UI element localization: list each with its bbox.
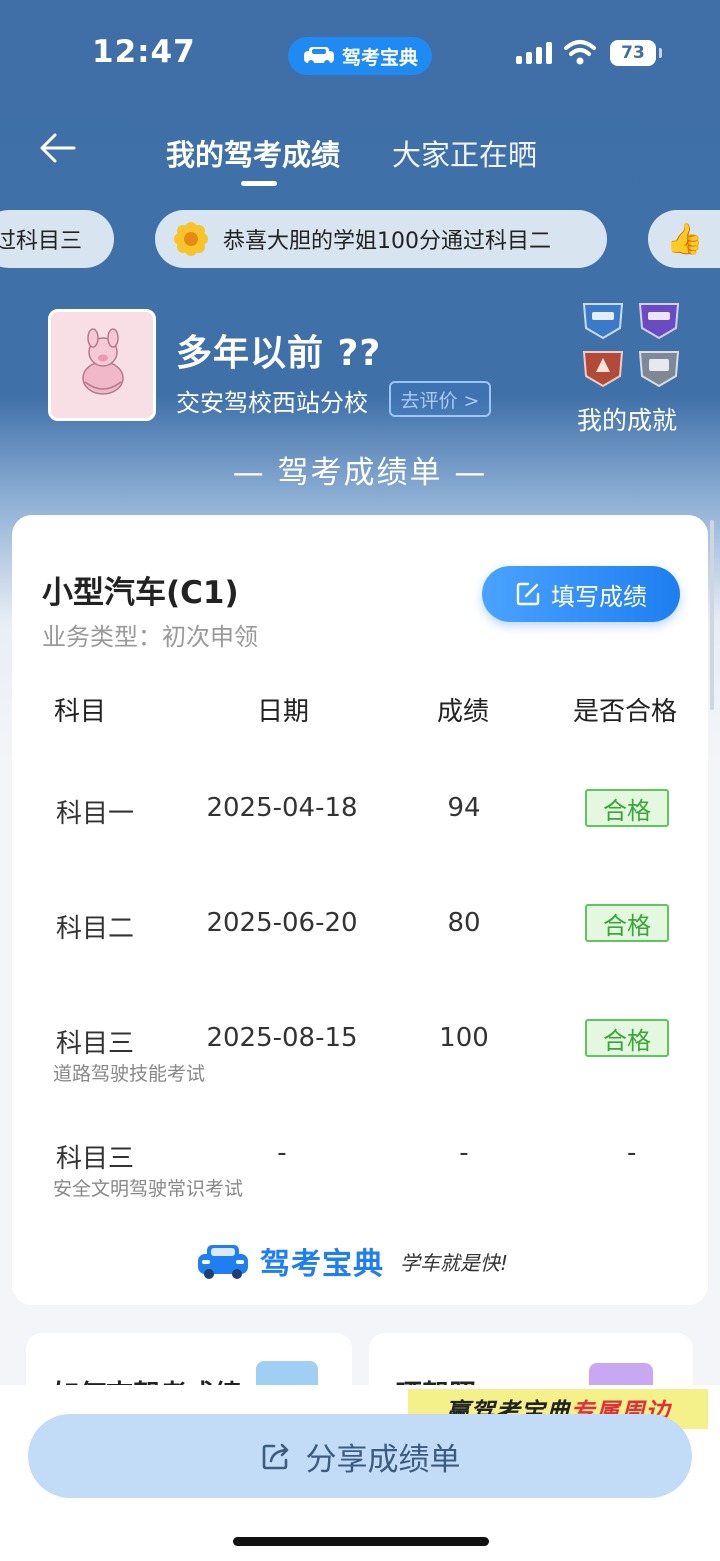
tab-my-scores[interactable]: 我的驾考成绩 — [166, 132, 340, 174]
car-logo-icon — [198, 1245, 248, 1279]
section-title: — 驾考成绩单 — — [232, 455, 488, 491]
ticker-text: 过科目三 — [0, 229, 83, 254]
table-row: 科目三 安全文明驾驶常识考试 - - - — [12, 1138, 708, 1248]
table-row: 科目一 2025-04-18 94 合格 — [12, 789, 708, 903]
tab-indicator — [241, 181, 277, 186]
row-pass: - — [627, 1138, 637, 1168]
table-row: 科目三 道路驾驶技能考试 2025-08-15 100 合格 — [12, 1019, 708, 1133]
avatar[interactable] — [48, 309, 156, 421]
row-score: 94 — [447, 793, 481, 823]
fill-in-scores-label: 填写成绩 — [551, 582, 647, 611]
my-achievements-link[interactable]: 我的成就 — [577, 401, 677, 437]
header-score: 成绩 — [437, 697, 490, 727]
ticker-chip[interactable]: 恭喜大胆的学姐100分通过科目二 — [155, 210, 607, 268]
battery-icon: 73 — [610, 40, 662, 66]
share-icon — [262, 1443, 288, 1470]
row-date: 2025-06-20 — [206, 908, 358, 938]
thumbs-up-icon: 👍 — [666, 221, 704, 257]
header-subject: 科目 — [54, 697, 107, 727]
scrollbar[interactable] — [710, 520, 714, 710]
badge-icon — [638, 351, 680, 388]
status-bar: 12:47 驾考宝典 73 — [0, 0, 720, 100]
row-note: 安全文明驾驶常识考试 — [53, 1178, 244, 1200]
flower-icon — [174, 222, 208, 256]
badge-icon — [582, 303, 624, 340]
app-indicator-pill[interactable]: 驾考宝典 — [288, 37, 432, 75]
share-scorecard-button[interactable]: 分享成绩单 — [28, 1414, 692, 1498]
rate-school-button[interactable]: 去评价 > — [389, 381, 491, 417]
license-type: 小型汽车(C1) — [42, 575, 239, 611]
achievement-badges[interactable] — [578, 296, 688, 392]
row-date: - — [277, 1138, 287, 1168]
driving-school-name: 交安驾校西站分校 — [176, 389, 368, 417]
pass-badge: 合格 — [585, 789, 669, 827]
fill-in-scores-button[interactable]: 填写成绩 — [482, 566, 680, 622]
badge-icon — [638, 303, 680, 340]
business-type: 业务类型：初次申领 — [42, 623, 258, 651]
app-name: 驾考宝典 — [341, 46, 418, 69]
score-card: 小型汽车(C1) 业务类型：初次申领 填写成绩 科目 日期 成绩 是否合格 科目… — [12, 515, 708, 1305]
share-scorecard-label: 分享成绩单 — [305, 1441, 461, 1478]
brand-name: 驾考宝典 — [260, 1247, 384, 1282]
tab-everyone-sharing[interactable]: 大家正在晒 — [392, 132, 537, 174]
back-arrow-icon[interactable] — [38, 130, 78, 166]
edit-icon — [516, 582, 540, 606]
wifi-icon — [564, 40, 596, 65]
username: 多年以前 ?? — [176, 333, 382, 374]
row-score: 100 — [439, 1023, 489, 1053]
pass-badge: 合格 — [585, 1019, 669, 1057]
header-date: 日期 — [257, 697, 310, 727]
header-pass: 是否合格 — [573, 697, 678, 727]
row-date: 2025-04-18 — [206, 793, 358, 823]
row-score: 80 — [447, 908, 481, 938]
piglet-avatar-icon — [82, 328, 124, 395]
status-time: 12:47 — [92, 34, 196, 70]
ticker-chip[interactable]: 过科目三 — [0, 210, 114, 268]
row-subject: 科目一 — [56, 799, 135, 829]
row-date: 2025-08-15 — [206, 1023, 358, 1053]
row-score: - — [459, 1138, 469, 1168]
ticker-chip[interactable]: 👍 — [648, 210, 720, 268]
ticker-text: 恭喜大胆的学姐100分通过科目二 — [223, 229, 551, 254]
brand-slogan: 学车就是快! — [400, 1250, 509, 1275]
badge-icon — [582, 351, 624, 388]
row-subject: 科目二 — [56, 914, 135, 944]
battery-level: 73 — [621, 43, 645, 63]
row-note: 道路驾驶技能考试 — [53, 1063, 206, 1085]
table-row: 科目二 2025-06-20 80 合格 — [12, 904, 708, 1018]
cellular-signal-icon — [516, 42, 552, 64]
row-subject: 科目三 — [56, 1029, 135, 1059]
home-indicator[interactable] — [233, 1537, 489, 1546]
car-icon — [303, 47, 334, 66]
pass-badge: 合格 — [585, 904, 669, 942]
row-subject: 科目三 — [56, 1144, 135, 1174]
brand-footer: 驾考宝典 学车就是快! — [196, 1239, 536, 1283]
